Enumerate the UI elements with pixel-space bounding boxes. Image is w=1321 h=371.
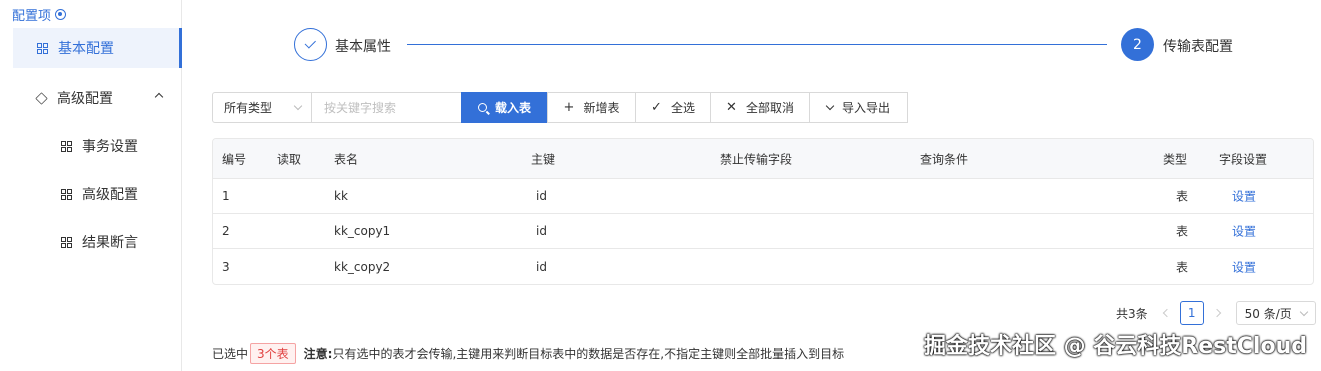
step-current-circle[interactable]: 2: [1121, 28, 1154, 61]
chevron-down-icon: [293, 101, 303, 111]
check-icon: ✓: [651, 100, 662, 115]
search-input[interactable]: 按关键字搜索: [311, 92, 462, 123]
row-table-name: kk: [334, 189, 348, 203]
row-no: 2: [222, 224, 230, 238]
grid-icon: [37, 42, 48, 54]
chevron-up-icon[interactable]: [154, 92, 164, 102]
row-type: 表: [1176, 224, 1189, 239]
row-primary-key[interactable]: id: [536, 260, 547, 274]
step-connector: [407, 44, 1107, 45]
step-done-circle[interactable]: [294, 28, 327, 61]
step-label-basic: 基本属性: [335, 39, 391, 55]
toolbar: 所有类型 按关键字搜索 载入表 + 新增表 ✓ 全选 ✕ 全部取消 导入导出: [212, 92, 908, 123]
sidebar-item-label: 高级配置: [57, 91, 113, 107]
sidebar-item-result-assertion[interactable]: 结果断言: [61, 232, 138, 252]
add-table-label: 新增表: [583, 101, 620, 115]
col-header-table-name: 表名: [334, 152, 359, 166]
select-all-label: 全选: [670, 101, 695, 115]
add-table-button[interactable]: + 新增表: [547, 92, 636, 123]
step-number: 2: [1133, 36, 1142, 53]
target-icon: [55, 9, 67, 20]
close-icon: ✕: [726, 100, 737, 115]
col-header-primary-key: 主键: [531, 152, 556, 166]
import-export-label: 导入导出: [841, 101, 890, 115]
field-settings-link[interactable]: 设置: [1232, 223, 1256, 240]
note-text: 只有选中的表才会传输,主键用来判断目标表中的数据是否存在,不指定主键则全部批量插…: [332, 347, 845, 361]
type-select[interactable]: 所有类型: [212, 92, 312, 123]
cancel-all-label: 全部取消: [745, 101, 794, 115]
col-header-read: 读取: [277, 152, 302, 166]
select-all-button[interactable]: ✓ 全选: [635, 92, 711, 123]
config-title: 配置项: [12, 5, 67, 24]
sidebar-item-basic-config[interactable]: 基本配置: [13, 28, 182, 68]
col-header-no: 编号: [222, 152, 247, 166]
check-icon: [304, 36, 316, 49]
selection-summary: 已选中 3个表 注意: 只有选中的表才会传输,主键用来判断目标表中的数据是否存在…: [212, 343, 844, 364]
import-export-button[interactable]: 导入导出: [809, 92, 908, 123]
next-page-icon[interactable]: [1212, 308, 1221, 318]
cube-icon: [35, 91, 48, 105]
cancel-all-button[interactable]: ✕ 全部取消: [710, 92, 810, 123]
tables-table: 编号 读取 表名 主键 禁止传输字段 查询条件 类型 字段设置 1 kk id …: [212, 138, 1314, 285]
row-primary-key[interactable]: id: [536, 224, 547, 238]
row-no: 3: [222, 259, 230, 274]
table-row: 3 kk_copy2 id 表 设置: [213, 249, 1313, 284]
row-table-name: kk_copy1: [334, 224, 391, 238]
sidebar-item-label: 结果断言: [82, 235, 138, 251]
chevron-down-icon: [825, 101, 835, 110]
row-type: 表: [1176, 260, 1189, 274]
pagination: 共3条 1 50 条/页: [1116, 301, 1316, 325]
grid-icon: [61, 140, 72, 152]
page-size-select[interactable]: 50 条/页: [1235, 301, 1316, 325]
prev-page-icon[interactable]: [1162, 308, 1171, 318]
row-type: 表: [1176, 189, 1189, 204]
table-row: 2 kk_copy1 id 表 设置: [213, 214, 1313, 249]
total-count: 共3条: [1116, 306, 1148, 321]
col-header-field-settings: 字段设置: [1219, 152, 1268, 166]
config-title-label: 配置项: [12, 9, 52, 24]
col-header-excluded-fields: 禁止传输字段: [720, 152, 793, 166]
row-primary-key[interactable]: id: [536, 189, 547, 203]
note-label: 注意:: [303, 347, 333, 361]
chevron-down-icon: [1299, 307, 1308, 316]
page-1-button[interactable]: 1: [1179, 301, 1204, 325]
grid-icon: [61, 236, 72, 248]
sidebar-item-label: 事务设置: [82, 139, 138, 155]
watermark: 掘金技术社区 @ 谷云科技RestCloud: [923, 334, 1307, 359]
selected-prefix: 已选中: [212, 347, 249, 361]
type-select-value: 所有类型: [224, 101, 273, 115]
sidebar-item-transaction-settings[interactable]: 事务设置: [61, 136, 138, 156]
col-header-type: 类型: [1163, 152, 1188, 166]
step-label-transfer: 传输表配置: [1163, 39, 1233, 55]
field-settings-link[interactable]: 设置: [1232, 258, 1256, 275]
page-size-value: 50 条/页: [1244, 306, 1292, 321]
selected-count-badge: 3个表: [250, 343, 296, 364]
field-settings-link[interactable]: 设置: [1232, 188, 1256, 205]
col-header-query-condition: 查询条件: [920, 152, 969, 166]
grid-icon: [61, 188, 72, 200]
row-no: 1: [222, 189, 230, 203]
load-table-label: 载入表: [494, 101, 531, 115]
sidebar-item-advanced-config[interactable]: 高级配置: [35, 88, 113, 108]
search-placeholder: 按关键字搜索: [324, 101, 397, 115]
sidebar-item-label: 基本配置: [58, 41, 114, 57]
sidebar-item-advanced-config-sub[interactable]: 高级配置: [61, 184, 138, 204]
search-icon: [477, 103, 487, 112]
plus-icon: +: [563, 100, 575, 115]
sidebar-item-label: 高级配置: [82, 187, 138, 203]
table-row: 1 kk id 表 设置: [213, 179, 1313, 214]
sidebar: 配置项 基本配置 高级配置 事务设置 高级配置 结果断言: [0, 0, 182, 371]
load-table-button[interactable]: 载入表: [461, 92, 548, 123]
row-table-name: kk_copy2: [334, 259, 391, 274]
table-header: 编号 读取 表名 主键 禁止传输字段 查询条件 类型 字段设置: [213, 139, 1313, 179]
